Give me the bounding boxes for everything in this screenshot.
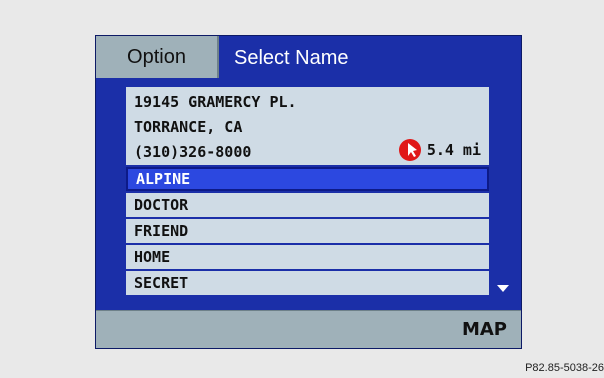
scroll-down-icon[interactable] (497, 285, 509, 292)
address-details: 19145 GRAMERCY PL. TORRANCE, CA (310)326… (126, 87, 489, 165)
direction-arrow-icon (398, 138, 421, 161)
list-item-home[interactable]: HOME (126, 245, 489, 269)
bottom-bar: MAP (96, 310, 521, 348)
option-button[interactable]: Option (96, 36, 219, 78)
list-item-alpine[interactable]: ALPINE (126, 167, 489, 191)
list-item-friend[interactable]: FRIEND (126, 219, 489, 243)
screen-title: Select Name (234, 47, 349, 69)
distance-indicator: 5.4 mi (398, 137, 481, 162)
figure-reference-code: P82.85-5038-26 (525, 362, 604, 374)
list-item-secret[interactable]: SECRET (126, 271, 489, 295)
distance-value: 5.4 mi (426, 140, 481, 159)
navigation-screen: Option Select Name 19145 GRAMERCY PL. TO… (95, 35, 522, 349)
header-bar: Option Select Name (96, 36, 521, 78)
list-item-doctor[interactable]: DOCTOR (126, 193, 489, 217)
street-address: 19145 GRAMERCY PL. (134, 93, 297, 111)
map-button[interactable]: MAP (462, 311, 507, 349)
name-list: ALPINE DOCTOR FRIEND HOME SECRET (126, 167, 489, 297)
